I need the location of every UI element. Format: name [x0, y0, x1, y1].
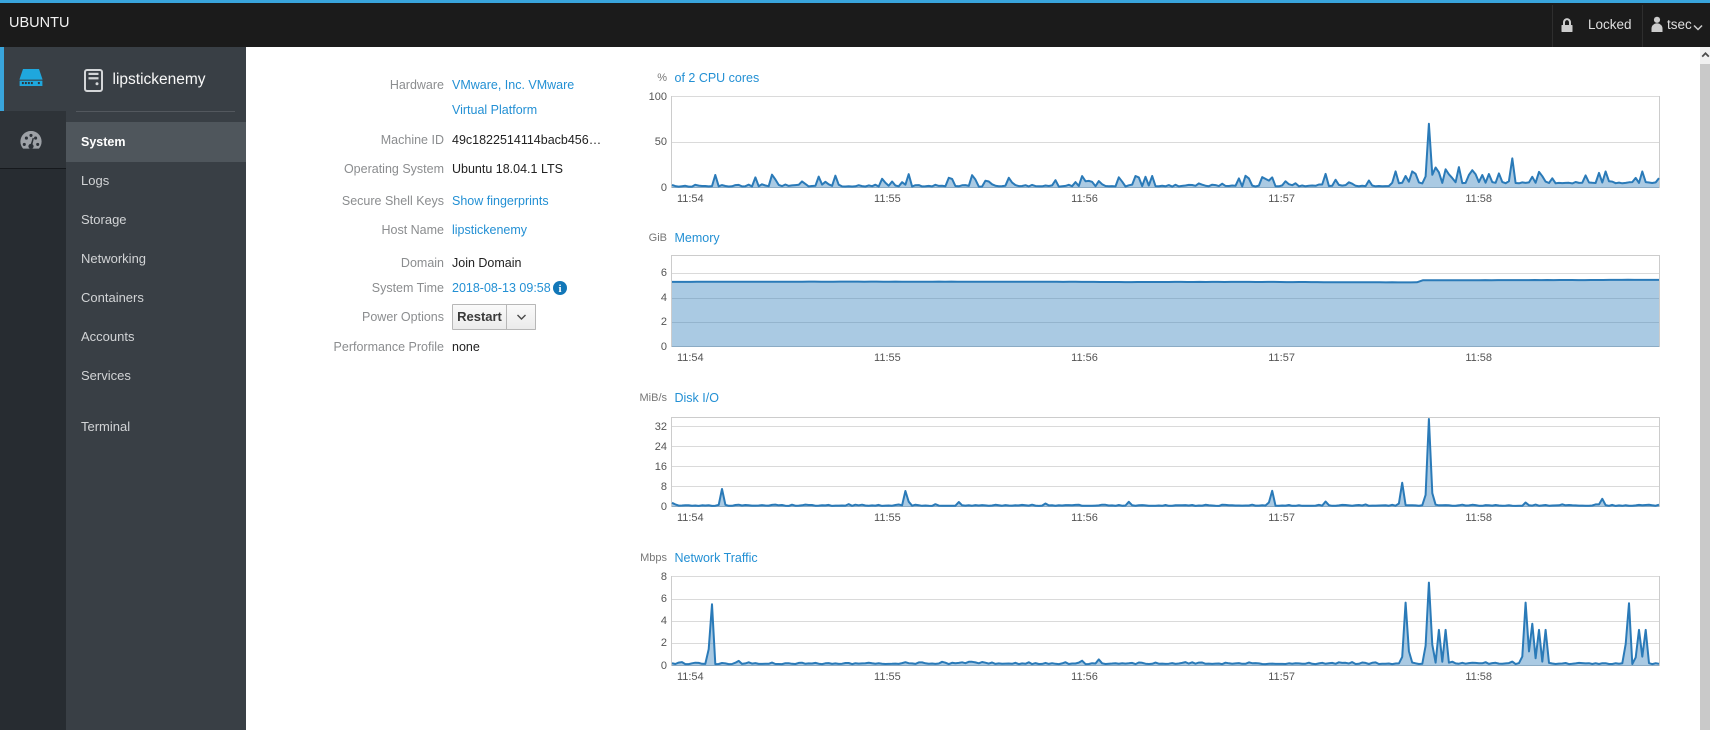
- svg-text:i: i: [558, 283, 561, 295]
